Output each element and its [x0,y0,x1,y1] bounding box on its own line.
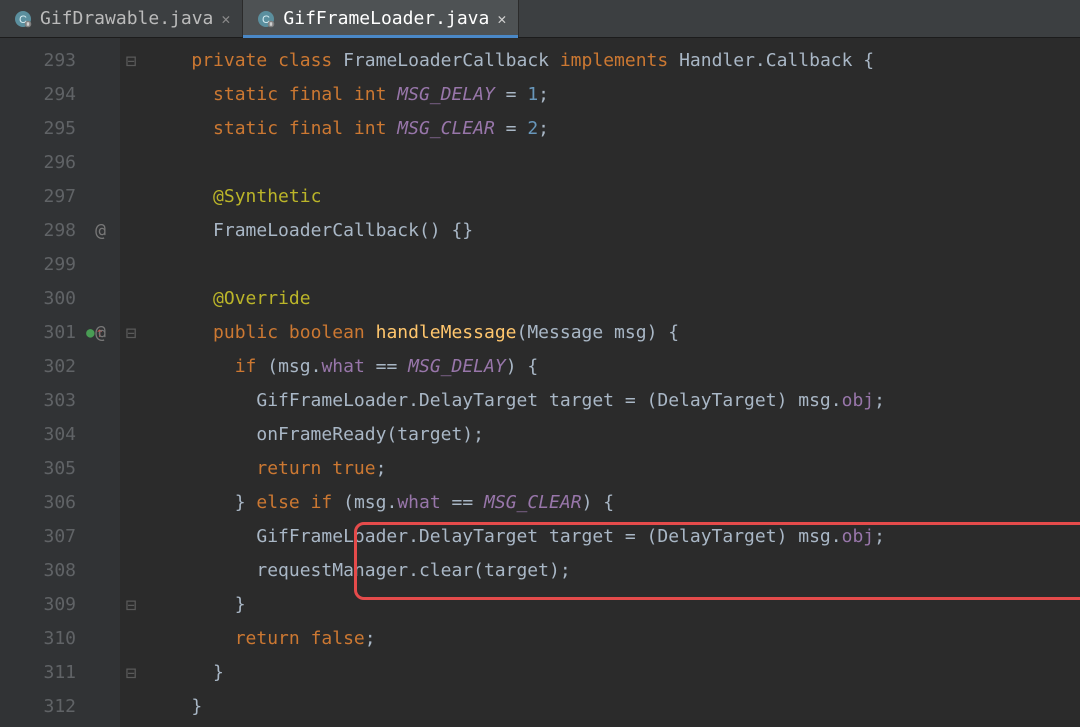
line-number: 300 [0,282,76,316]
line-number: 293 [0,44,76,78]
fold-end-icon[interactable]: ⊟ [124,656,138,690]
line-number: 305 [0,452,76,486]
fold-end-icon[interactable]: ⊟ [124,588,138,622]
recursive-call-icon: @ [95,316,106,350]
line-number: 304 [0,418,76,452]
fold-toggle-icon[interactable]: ⊟ [124,316,138,350]
code-line: } [148,588,1080,622]
tab-label: GifFrameLoader.java [283,8,489,29]
line-number: 297 [0,180,76,214]
code-line: GifFrameLoader.DelayTarget target = (Del… [148,520,1080,554]
code-line: @Synthetic [148,180,1080,214]
code-line: static final int MSG_CLEAR = 2; [148,112,1080,146]
line-number: 308 [0,554,76,588]
line-number: 306 [0,486,76,520]
code-editor[interactable]: 293 294 295 296 297 298 @ 299 300 301 ●↑… [0,38,1080,727]
java-class-icon: C [257,10,275,28]
code-line: public boolean handleMessage(Message msg… [148,316,1080,350]
code-line: private class FrameLoaderCallback implem… [148,44,1080,78]
line-number: 307 [0,520,76,554]
line-number: 303 [0,384,76,418]
code-line: GifFrameLoader.DelayTarget target = (Del… [148,384,1080,418]
editor-tabs: C GifDrawable.java ✕ C GifFrameLoader.ja… [0,0,1080,38]
code-line: requestManager.clear(target); [148,554,1080,588]
line-number: 299 [0,248,76,282]
close-icon[interactable]: ✕ [221,10,230,28]
tab-gifdrawable[interactable]: C GifDrawable.java ✕ [0,0,243,37]
code-line: @Override [148,282,1080,316]
code-line: return true; [148,452,1080,486]
code-line: onFrameReady(target); [148,418,1080,452]
code-area[interactable]: ⊟ ⊟ ⊟ ⊟ private class FrameLoaderCallbac… [120,38,1080,727]
line-number: 310 [0,622,76,656]
fold-toggle-icon[interactable]: ⊟ [124,44,138,78]
line-number: 302 [0,350,76,384]
line-number: 311 [0,656,76,690]
tab-gifframeloader[interactable]: C GifFrameLoader.java ✕ [243,0,519,37]
code-line: } [148,690,1080,724]
line-number: 298 @ [0,214,76,248]
line-number: 301 ●↑ @ [0,316,76,350]
code-line: if (msg.what == MSG_DELAY) { [148,350,1080,384]
line-number: 309 [0,588,76,622]
recursive-call-icon: @ [95,214,106,248]
code-line: FrameLoaderCallback() {} [148,214,1080,248]
code-line: return false; [148,622,1080,656]
java-class-icon: C [14,10,32,28]
close-icon[interactable]: ✕ [497,10,506,28]
tab-label: GifDrawable.java [40,8,213,29]
line-number: 312 [0,690,76,724]
fold-rail: ⊟ ⊟ ⊟ ⊟ [124,44,138,724]
line-number: 296 [0,146,76,180]
code-line [148,146,1080,180]
line-number: 294 [0,78,76,112]
code-line: static final int MSG_DELAY = 1; [148,78,1080,112]
code-line: } else if (msg.what == MSG_CLEAR) { [148,486,1080,520]
line-number-gutter: 293 294 295 296 297 298 @ 299 300 301 ●↑… [0,38,120,727]
code-line: } [148,656,1080,690]
code-line [148,248,1080,282]
line-number: 295 [0,112,76,146]
